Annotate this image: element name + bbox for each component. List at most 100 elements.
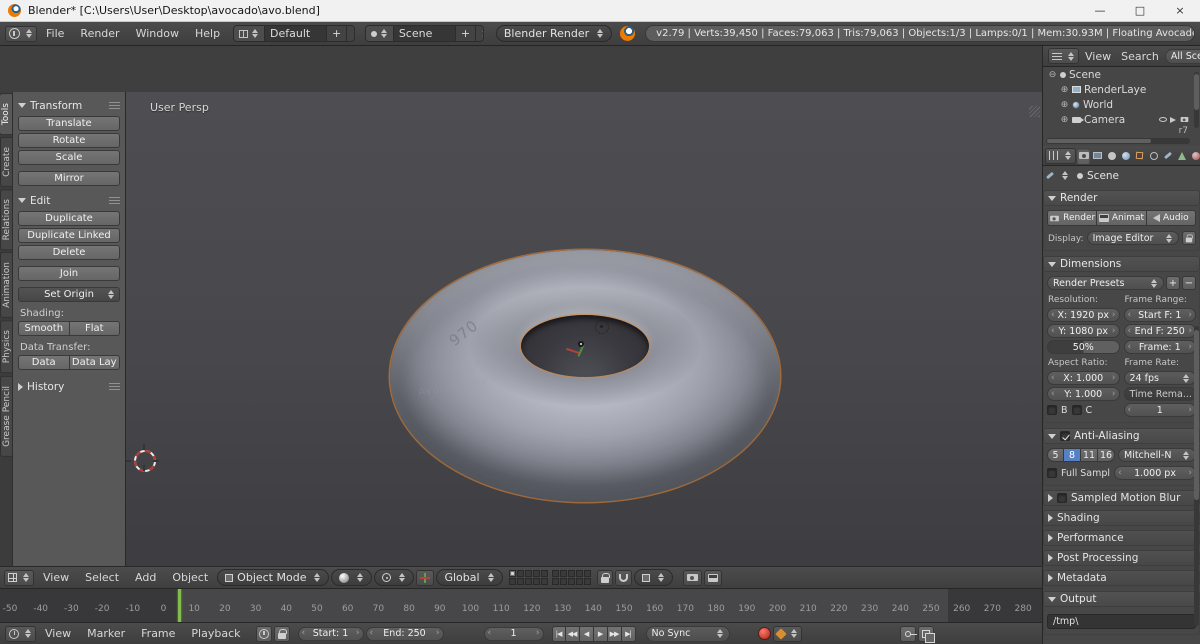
mirror-button[interactable]: Mirror <box>18 171 120 186</box>
duplicate-button[interactable]: Duplicate <box>18 211 120 226</box>
resolution-percentage-slider[interactable]: 50% <box>1047 340 1120 354</box>
motion-blur-checkbox[interactable] <box>1057 493 1067 503</box>
render-presets-dropdown[interactable]: Render Presets <box>1047 276 1164 290</box>
panel-header-edit[interactable]: Edit <box>18 192 120 209</box>
jump-to-end-button[interactable]: ▶| <box>622 626 636 642</box>
menu-frame[interactable]: Frame <box>134 627 182 640</box>
translate-button[interactable]: Translate <box>18 116 120 131</box>
panel-header-performance[interactable]: Performance <box>1043 530 1200 546</box>
play-reverse-button[interactable]: ◀ <box>580 626 594 642</box>
aa-samples-16-button[interactable]: 16 <box>1098 448 1115 462</box>
menu-window[interactable]: Window <box>129 27 186 40</box>
aa-samples-5-button[interactable]: 5 <box>1047 448 1064 462</box>
aa-filter-dropdown[interactable]: Mitchell-N <box>1118 448 1196 462</box>
start-frame-field[interactable]: Start F: 1 <box>1124 308 1197 322</box>
join-button[interactable]: Join <box>18 266 120 281</box>
menu-object[interactable]: Object <box>165 571 215 584</box>
panel-grip-icon[interactable] <box>109 197 120 204</box>
viewport-editor-type-button[interactable] <box>4 570 34 586</box>
renderability-camera-icon[interactable] <box>1181 117 1189 122</box>
snap-element-dropdown[interactable] <box>634 569 673 586</box>
crop-checkbox[interactable] <box>1072 405 1082 415</box>
data-layout-button[interactable]: Data Lay <box>70 355 121 370</box>
tab-constraints[interactable] <box>1147 148 1160 164</box>
aspect-x-field[interactable]: X: 1.000 <box>1047 371 1120 385</box>
render-still-button[interactable]: Render <box>1047 210 1097 226</box>
layer-cell[interactable] <box>541 570 548 577</box>
menu-view[interactable]: View <box>38 627 78 640</box>
frame-rate-dropdown[interactable]: 24 fps <box>1124 371 1197 385</box>
panel-header-metadata[interactable]: Metadata <box>1043 570 1200 586</box>
layer-cell[interactable] <box>552 578 559 585</box>
end-frame-field[interactable]: End F: 250 <box>1124 324 1197 338</box>
outliner-horizontal-scrollbar[interactable] <box>1046 138 1190 144</box>
panel-header-render[interactable]: Render <box>1043 190 1200 206</box>
tab-render[interactable] <box>1077 148 1090 164</box>
screen-layout-name[interactable]: Default <box>264 26 326 41</box>
properties-vertical-scrollbar[interactable] <box>1194 326 1199 626</box>
layer-cell[interactable] <box>509 578 516 585</box>
3d-cursor[interactable] <box>134 450 156 472</box>
panel-header-history[interactable]: History <box>18 378 120 395</box>
tab-animation[interactable]: Animation <box>0 252 12 318</box>
tab-modifiers[interactable] <box>1161 148 1174 164</box>
scene-name[interactable]: Scene <box>393 26 455 41</box>
menu-add[interactable]: Add <box>128 571 163 584</box>
scale-button[interactable]: Scale <box>18 150 120 165</box>
panel-header-output[interactable]: Output <box>1043 591 1200 607</box>
play-button[interactable]: ▶ <box>594 626 608 642</box>
viewport-shading-dropdown[interactable] <box>331 569 372 586</box>
resolution-x-field[interactable]: X: 1920 px <box>1047 308 1120 322</box>
menu-help[interactable]: Help <box>188 27 227 40</box>
filter-size-field[interactable]: 1.000 px <box>1114 466 1196 480</box>
panel-header-transform[interactable]: Transform <box>18 97 120 114</box>
outliner-row-scene[interactable]: ⊖ Scene <box>1043 67 1200 82</box>
insert-keyframe-button[interactable] <box>900 626 916 642</box>
menu-file[interactable]: File <box>39 27 71 40</box>
layer-cell[interactable] <box>568 570 575 577</box>
layer-cell[interactable] <box>552 570 559 577</box>
expand-toggle-icon[interactable]: ⊕ <box>1060 85 1069 95</box>
tab-create[interactable]: Create <box>0 137 12 187</box>
menu-select[interactable]: Select <box>78 571 126 584</box>
tab-render-layers[interactable] <box>1091 148 1104 164</box>
timeline-ruler[interactable]: -50-40-30-20-100102030405060708090100110… <box>0 588 1042 622</box>
panel-header-shading[interactable]: Shading <box>1043 510 1200 526</box>
layer-cell[interactable] <box>541 578 548 585</box>
sync-mode-dropdown[interactable]: No Sync <box>646 626 730 642</box>
layer-cell[interactable] <box>517 578 524 585</box>
layer-cell[interactable] <box>509 570 516 577</box>
outliner-row-world[interactable]: ⊕ World <box>1043 97 1200 112</box>
duplicate-keyframe-button[interactable] <box>918 626 934 642</box>
visibility-eye-icon[interactable] <box>1159 117 1167 122</box>
pivot-point-dropdown[interactable] <box>374 569 414 586</box>
rewind-button[interactable]: ◀◀ <box>566 626 580 642</box>
rotate-button[interactable]: Rotate <box>18 133 120 148</box>
shade-smooth-button[interactable]: Smooth <box>18 321 70 336</box>
outliner-row-camera[interactable]: ⊕ Camera <box>1043 112 1200 127</box>
layer-cell[interactable] <box>584 570 591 577</box>
mode-dropdown[interactable]: Object Mode <box>217 569 329 586</box>
end-frame-field[interactable]: End: 250 <box>366 627 444 641</box>
keying-set-dropdown[interactable] <box>773 626 802 642</box>
screen-layout-browse-button[interactable] <box>234 26 264 41</box>
menu-search[interactable]: Search <box>1117 50 1163 63</box>
layer-cell[interactable] <box>517 570 524 577</box>
tab-physics[interactable]: Physics <box>0 320 12 373</box>
info-editor-type-button[interactable] <box>5 26 37 42</box>
render-animation-button[interactable]: Animat <box>1097 210 1146 226</box>
expand-toggle-icon[interactable]: ⊕ <box>1060 100 1069 110</box>
add-screen-layout-button[interactable]: + <box>326 26 346 41</box>
time-remap-field[interactable]: 1 <box>1124 403 1197 417</box>
tab-object[interactable] <box>1133 148 1146 164</box>
tab-relations[interactable]: Relations <box>0 189 12 250</box>
border-checkbox[interactable] <box>1047 405 1057 415</box>
manipulator-toggle-button[interactable] <box>416 570 434 586</box>
panel-header-sampled-motion-blur[interactable]: Sampled Motion Blur <box>1043 490 1200 506</box>
layer-cell[interactable] <box>584 578 591 585</box>
start-frame-field[interactable]: Start: 1 <box>298 627 364 641</box>
lock-to-scene-button[interactable] <box>597 570 613 586</box>
data-button[interactable]: Data <box>18 355 70 370</box>
set-origin-dropdown[interactable]: Set Origin <box>18 287 120 302</box>
layer-cell[interactable] <box>525 570 532 577</box>
